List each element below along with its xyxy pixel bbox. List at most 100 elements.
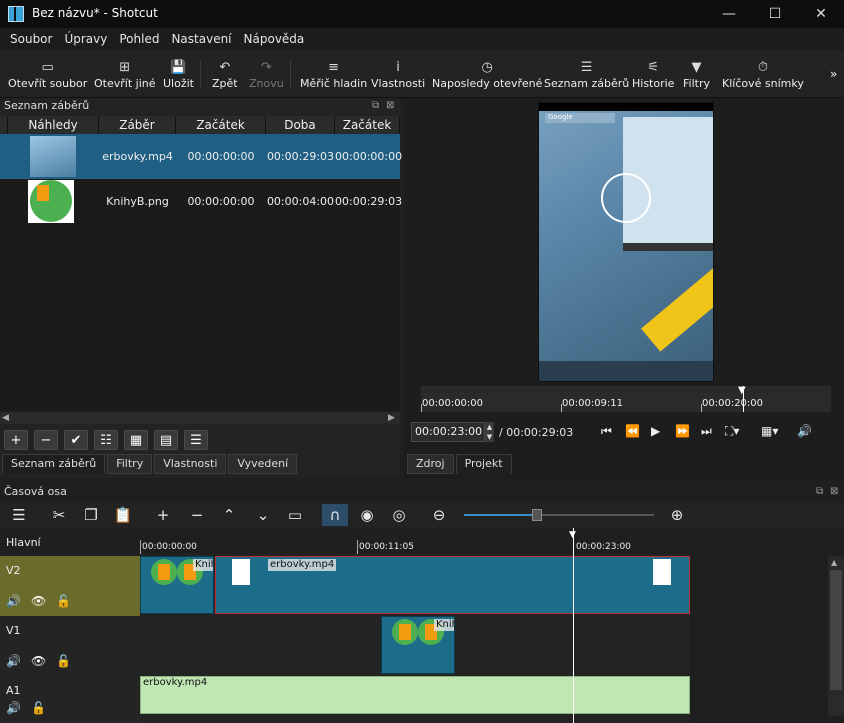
column-header[interactable]: Náhledy: [8, 116, 99, 134]
grid-icon[interactable]: ▦▾: [761, 424, 778, 438]
append-icon[interactable]: +: [150, 504, 176, 526]
panel-close-icon[interactable]: ⊠: [386, 100, 394, 111]
zoom-slider-handle[interactable]: [532, 509, 542, 521]
icons-view-button[interactable]: ▤: [154, 430, 178, 450]
lock-icon[interactable]: 🔓: [56, 594, 71, 608]
track-header-a1[interactable]: A1 🔊 🔓: [0, 676, 140, 723]
timeline-ruler[interactable]: 00:00:00:00 00:00:11:05 00:00:23:00 ▼: [140, 528, 690, 554]
snap-icon[interactable]: ∩: [322, 504, 348, 526]
panel-close-icon[interactable]: ⊠: [830, 486, 838, 497]
details-view-button[interactable]: ☷: [94, 430, 118, 450]
properties-button[interactable]: i Vlastnosti: [371, 54, 425, 94]
open-other-button[interactable]: ⊞ Otevřít jiné: [94, 54, 156, 94]
menu-upravy[interactable]: Úpravy: [58, 32, 113, 46]
playlist-hscrollbar[interactable]: ◀ ▶: [0, 412, 400, 424]
tab-source[interactable]: Zdroj: [407, 454, 454, 474]
ripple-icon[interactable]: ◎: [386, 504, 412, 526]
close-button[interactable]: ✕: [798, 0, 844, 28]
undo-button[interactable]: ↶ Zpět: [212, 54, 238, 94]
column-header[interactable]: Začátek záběru: [176, 116, 266, 150]
remove-icon[interactable]: −: [184, 504, 210, 526]
scroll-up-icon[interactable]: ▲: [831, 558, 837, 567]
timecode-spinner-icon[interactable]: ▲ ▼: [485, 422, 494, 442]
remove-clip-button[interactable]: −: [34, 430, 58, 450]
menu-nastaveni[interactable]: Nastavení: [165, 32, 237, 46]
eye-icon[interactable]: 👁: [31, 594, 46, 608]
v2-clip-video[interactable]: erbovky.mp4: [215, 556, 690, 614]
timeline-menu-icon[interactable]: ☰: [6, 504, 32, 526]
timeline-playhead[interactable]: [573, 528, 574, 723]
menu-pohled[interactable]: Pohled: [113, 32, 165, 46]
v1-clip-image[interactable]: Knih: [381, 616, 455, 674]
recent-button[interactable]: ◷ Naposledy otevřené: [432, 54, 542, 94]
tab-playlist[interactable]: Seznam záběrů: [2, 454, 106, 474]
video-preview[interactable]: Google: [538, 102, 714, 382]
lock-icon[interactable]: 🔓: [31, 701, 46, 715]
clip-thumbnail: [30, 136, 76, 177]
a1-clip-audio[interactable]: erbovky.mp4: [140, 676, 690, 714]
history-button[interactable]: ⚟ Historie: [632, 54, 674, 94]
tiles-view-button[interactable]: ▦: [124, 430, 148, 450]
skip-previous-icon[interactable]: ⏮: [601, 424, 612, 439]
open-file-button[interactable]: ▭ Otevřít soubor: [8, 54, 87, 94]
track-controls: 🔊 👁 🔓: [6, 654, 71, 668]
track-header-v1[interactable]: V1 🔊 👁 🔓: [0, 616, 140, 676]
play-icon[interactable]: ▶: [651, 424, 660, 438]
toolbar-overflow-icon[interactable]: »: [830, 54, 837, 94]
redo-button[interactable]: ↷ Znovu: [249, 54, 284, 94]
audio-meter-button[interactable]: ≡ Měřič hladin: [300, 54, 367, 94]
volume-icon[interactable]: 🔊: [797, 424, 812, 438]
column-header[interactable]: Začátek: [335, 116, 400, 134]
zoom-in-icon[interactable]: ⊕: [664, 504, 690, 526]
zoom-slider[interactable]: [464, 509, 654, 521]
timeline-vscrollbar[interactable]: ▲: [828, 556, 844, 716]
table-row[interactable]: KnihyB.png 00:00:00:00 00:00:04:00 00:00…: [0, 179, 402, 224]
cut-icon[interactable]: ✂: [46, 504, 72, 526]
panel-float-icon[interactable]: ⧉: [372, 100, 379, 111]
timeline-tracks[interactable]: 00:00:00:00 00:00:11:05 00:00:23:00 ▼ Kn…: [140, 528, 690, 723]
zoom-fit-icon[interactable]: ⛶▾: [725, 424, 739, 439]
mute-icon[interactable]: 🔊: [6, 594, 21, 608]
scroll-left-icon[interactable]: ◀: [2, 413, 9, 423]
tab-export[interactable]: Vyvedení: [228, 454, 298, 474]
minimize-button[interactable]: —: [706, 0, 752, 28]
tab-properties[interactable]: Vlastnosti: [154, 454, 227, 474]
master-track-header[interactable]: Hlavní: [0, 528, 140, 554]
add-clip-button[interactable]: +: [4, 430, 28, 450]
fast-forward-icon[interactable]: ⏩: [675, 424, 690, 438]
paste-icon[interactable]: 📋: [110, 504, 136, 526]
scroll-thumb[interactable]: [830, 570, 842, 690]
panel-float-icon[interactable]: ⧉: [816, 486, 823, 497]
mute-icon[interactable]: 🔊: [6, 654, 21, 668]
overwrite-icon[interactable]: ⌄: [250, 504, 276, 526]
eye-icon[interactable]: 👁: [31, 654, 46, 668]
table-row[interactable]: erbovky.mp4 00:00:00:00 00:00:29:03 00:0…: [0, 134, 402, 179]
track-header-v2[interactable]: V2 🔊 👁 🔓: [0, 556, 140, 616]
playlist-menu-button[interactable]: ☰: [184, 430, 208, 450]
zoom-out-icon[interactable]: ⊖: [426, 504, 452, 526]
lift-icon[interactable]: ⌃: [216, 504, 242, 526]
timecode-field[interactable]: 00:00:23:00: [411, 422, 485, 442]
tab-filters[interactable]: Filtry: [107, 454, 153, 474]
column-header[interactable]: Doba trvání: [266, 116, 335, 150]
menu-napoveda[interactable]: Nápověda: [238, 32, 311, 46]
copy-icon[interactable]: ❐: [78, 504, 104, 526]
filters-button[interactable]: ▼ Filtry: [683, 54, 710, 94]
scroll-right-icon[interactable]: ▶: [388, 413, 395, 423]
v2-clip-image[interactable]: Knih: [140, 556, 214, 614]
mute-icon[interactable]: 🔊: [6, 701, 21, 715]
update-clip-button[interactable]: ✔: [64, 430, 88, 450]
lock-icon[interactable]: 🔓: [56, 654, 71, 668]
playlist-button[interactable]: ☰ Seznam záběrů: [544, 54, 629, 94]
keyframes-button[interactable]: ⏱ Klíčové snímky: [722, 54, 804, 94]
skip-next-icon[interactable]: ⏭: [701, 424, 712, 439]
save-button[interactable]: 💾 Uložit: [163, 54, 194, 94]
split-icon[interactable]: ▭: [282, 504, 308, 526]
menu-soubor[interactable]: Soubor: [4, 32, 58, 46]
column-header[interactable]: Záběr: [99, 116, 176, 134]
scrub-icon[interactable]: ◉: [354, 504, 380, 526]
rewind-icon[interactable]: ⏪: [625, 424, 640, 438]
maximize-button[interactable]: ☐: [752, 0, 798, 28]
tab-project[interactable]: Projekt: [455, 454, 512, 474]
player-ruler[interactable]: 00:00:00:00 00:00:09:11 00:00:20:00 ▼: [421, 385, 831, 412]
